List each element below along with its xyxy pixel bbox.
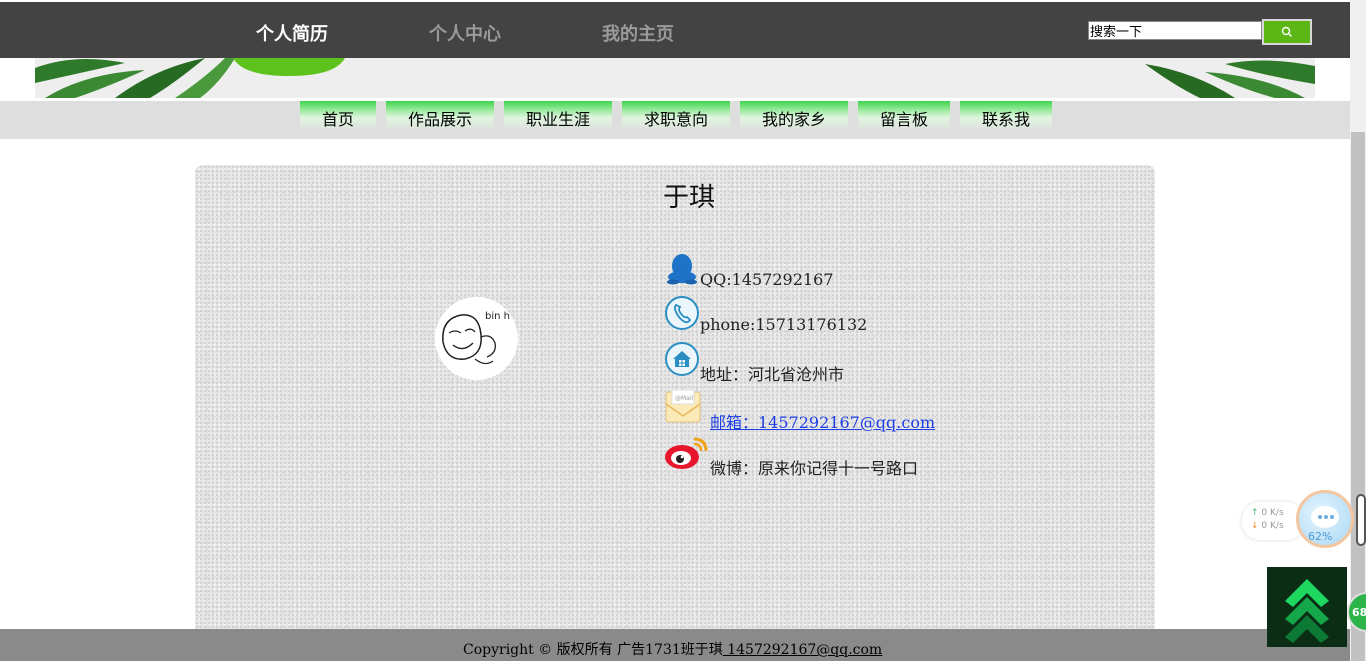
search-icon: [1281, 26, 1292, 37]
scrollbar-thumb[interactable]: [1351, 132, 1365, 661]
double-chevron-up-icon: [1285, 579, 1329, 643]
qq-number: QQ:1457292167: [700, 270, 834, 289]
phone-icon: [664, 295, 700, 335]
search-button[interactable]: [1262, 19, 1312, 45]
address: 地址：河北省沧州市: [700, 365, 845, 384]
menu-item-message-board[interactable]: 留言板: [858, 101, 950, 131]
footer-text: Copyright © 版权所有 广告1731班于琪 1457292167@qq…: [463, 639, 882, 659]
phone-number: phone:15713176132: [700, 315, 868, 334]
home-icon: [664, 341, 700, 381]
profile-name: 于琪: [663, 183, 716, 213]
bubble-percentage: 62%: [1308, 530, 1333, 543]
floating-badge-count: 68: [1352, 606, 1366, 619]
upload-arrow-icon: ↑: [1251, 508, 1259, 518]
email: 邮箱：1457292167@qq.com: [710, 409, 935, 433]
menu-item-hometown[interactable]: 我的家乡: [740, 101, 848, 131]
top-navbar: 个人简历 个人中心 我的主页: [0, 2, 1350, 58]
net-upload-speed: 0 K/s: [1261, 508, 1284, 518]
topnav-item-personal-center[interactable]: 个人中心: [429, 20, 501, 46]
page: 个人简历 个人中心 我的主页 搜索一下 首页 作品展示 职业生涯 求职意向 我的…: [0, 0, 1366, 661]
menu-item-job-intention[interactable]: 求职意向: [622, 101, 730, 131]
net-download-speed: 0 K/s: [1261, 521, 1284, 531]
copyright-text: Copyright © 版权所有 广告1731班于琪: [463, 642, 723, 658]
download-arrow-icon: ↓: [1251, 521, 1259, 531]
menu-item-career[interactable]: 职业生涯: [504, 101, 612, 131]
avatar-caption: bin h: [485, 311, 510, 322]
back-to-top-button[interactable]: [1267, 567, 1347, 647]
topnav-item-homepage[interactable]: 我的主页: [602, 20, 674, 46]
footer-email-link[interactable]: 1457292167@qq.com: [723, 642, 882, 658]
menu-item-home[interactable]: 首页: [300, 101, 376, 131]
weibo-icon: [664, 433, 710, 477]
mail-envelope-icon: @Mail: [664, 388, 702, 428]
qq-penguin-icon: [665, 253, 699, 289]
search-input[interactable]: [1088, 21, 1262, 40]
banner-image: [35, 58, 1315, 98]
topnav-item-resume[interactable]: 个人简历: [256, 20, 328, 46]
weibo: 微博：原来你记得十一号路口: [710, 459, 919, 478]
menu-item-contact[interactable]: 联系我: [960, 101, 1052, 131]
svg-text:@Mail: @Mail: [675, 395, 694, 402]
network-speed-widget: ↑ 0 K/s ↓ 0 K/s: [1242, 502, 1304, 540]
main-menu: 首页 作品展示 职业生涯 求职意向 我的家乡 留言板 联系我: [0, 101, 1350, 139]
scroll-indicator[interactable]: [1356, 494, 1366, 546]
avatar: bin h: [435, 297, 518, 380]
menu-item-works[interactable]: 作品展示: [386, 101, 494, 131]
footer: Copyright © 版权所有 广告1731班于琪 1457292167@qq…: [0, 629, 1350, 661]
email-link[interactable]: 邮箱：1457292167@qq.com: [710, 413, 935, 432]
